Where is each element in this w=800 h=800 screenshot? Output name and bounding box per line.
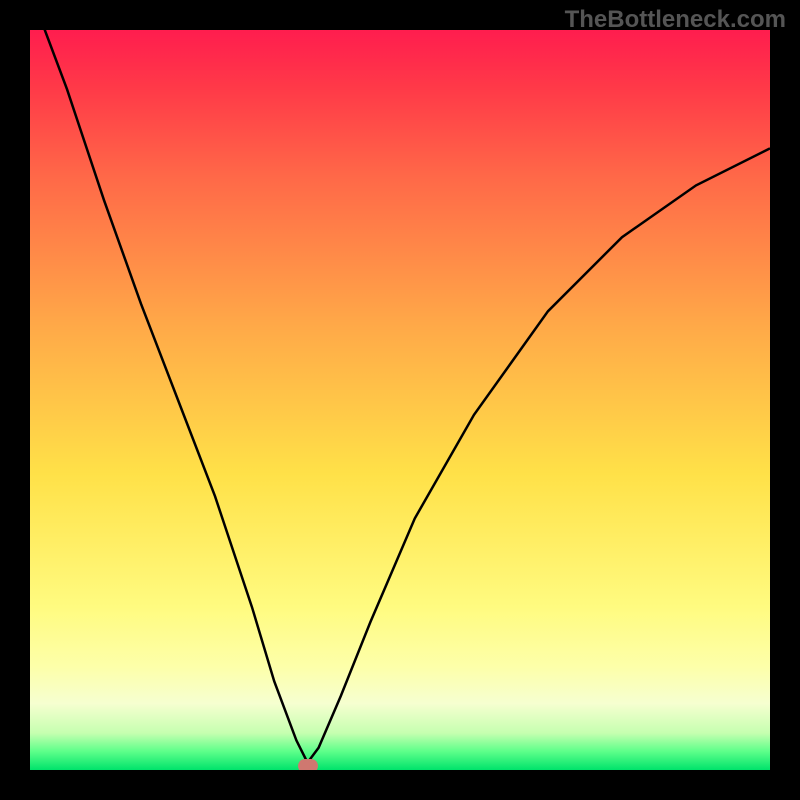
bottleneck-curve: [30, 30, 770, 770]
chart-plot-area: [30, 30, 770, 770]
optimal-point-marker: [298, 759, 318, 770]
watermark-text: TheBottleneck.com: [565, 6, 786, 34]
